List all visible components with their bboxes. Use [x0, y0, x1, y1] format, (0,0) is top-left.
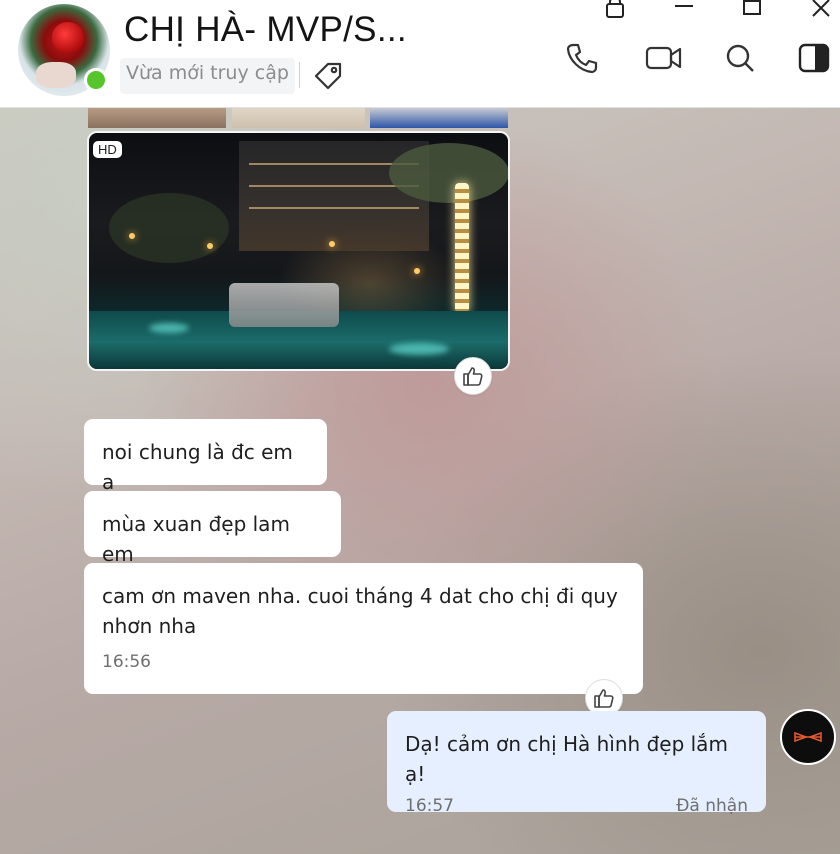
phone-icon[interactable] — [564, 40, 600, 76]
received-message[interactable]: mùa xuan đẹp lam em — [84, 491, 341, 566]
close-icon[interactable] — [808, 0, 834, 18]
header-divider — [299, 62, 300, 88]
delivery-status: Đã nhận — [676, 796, 748, 816]
pool-light — [149, 323, 189, 333]
lamp-light — [414, 268, 420, 274]
pool-light — [389, 343, 449, 355]
minimize-icon[interactable] — [672, 0, 696, 18]
lit-palm-trunk — [455, 183, 469, 313]
contact-name[interactable]: CHỊ HÀ- MVP/S... — [124, 10, 407, 50]
sent-message[interactable]: Dạ! cảm ơn chị Hà hình đẹp lắm ạ! 16:57 … — [387, 711, 766, 816]
thumbs-up-icon — [463, 367, 483, 386]
patio-furniture — [229, 283, 339, 327]
maximize-icon[interactable] — [740, 0, 764, 18]
like-reaction-button[interactable] — [454, 357, 492, 395]
lamp-light — [129, 233, 135, 239]
received-message[interactable]: cam ơn maven nha. cuoi tháng 4 dat cho c… — [84, 563, 643, 694]
tag-icon[interactable] — [312, 60, 344, 92]
thumbnail-image[interactable] — [370, 108, 508, 128]
search-icon[interactable] — [722, 40, 758, 76]
thumbs-up-icon — [594, 689, 614, 708]
message-text: noi chung là đc em a — [102, 440, 293, 494]
online-status-dot — [84, 68, 108, 92]
thumbnail-image[interactable] — [88, 108, 226, 128]
lamp-light — [207, 243, 213, 249]
tree-silhouette — [109, 193, 229, 263]
hd-badge: HD — [93, 141, 122, 158]
palm-fronds — [389, 143, 508, 203]
thumbnail-image[interactable] — [232, 108, 365, 128]
brand-logo-icon — [794, 731, 822, 743]
received-message[interactable]: noi chung là đc em a — [84, 419, 327, 494]
lock-icon[interactable] — [602, 0, 628, 18]
message-text: Dạ! cảm ơn chị Hà hình đẹp lắm ạ! — [405, 732, 728, 786]
message-text: cam ơn maven nha. cuoi tháng 4 dat cho c… — [102, 584, 618, 638]
rose-image — [52, 22, 84, 52]
message-text: mùa xuan đẹp lam em — [102, 512, 290, 566]
my-avatar[interactable] — [780, 709, 836, 765]
chat-header: CHỊ HÀ- MVP/S... Vừa mới truy cập — [0, 0, 840, 108]
last-seen-status: Vừa mới truy cập — [120, 58, 295, 94]
video-call-icon[interactable] — [644, 40, 684, 76]
sidebar-toggle-icon[interactable] — [796, 40, 832, 76]
night-pool-photo[interactable]: HD — [87, 131, 510, 371]
hand-image — [36, 62, 76, 88]
message-time: 16:57 — [405, 796, 454, 816]
window-lights — [249, 207, 419, 209]
lamp-light — [329, 241, 335, 247]
message-time: 16:56 — [102, 652, 151, 672]
